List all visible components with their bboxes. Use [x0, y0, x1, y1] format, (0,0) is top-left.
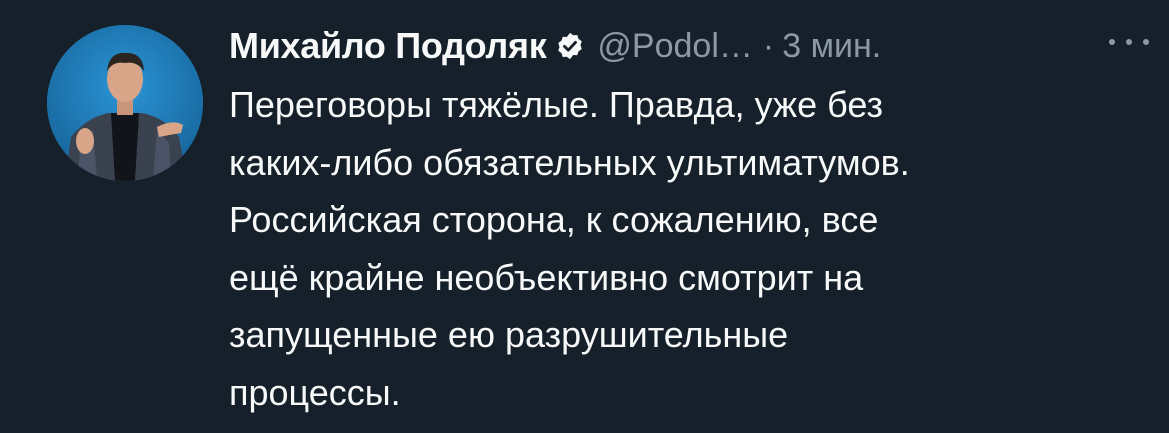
more-dot [1109, 39, 1115, 45]
tweet-text-line: Российская сторона, к сожалению, все [229, 199, 879, 240]
tweet-header: Михайло Подоляк @Podol… · 3 мин. [229, 18, 1149, 74]
tweet-text-line: каких-либо обязательных ультиматумов. [229, 141, 910, 183]
separator-dot: · [762, 26, 775, 65]
avatar[interactable] [47, 25, 203, 181]
more-dot [1126, 39, 1132, 45]
tweet-text-line: Переговоры тяжёлые. Правда, уже без [229, 84, 884, 125]
more-dot [1143, 39, 1149, 45]
avatar-image [47, 25, 203, 181]
author-handle[interactable]: @Podol… [597, 27, 752, 66]
tweet-text-line: запущенные ею разрушительные [229, 314, 789, 355]
timestamp[interactable]: 3 мин. [782, 27, 881, 66]
tweet-text-line: процессы. [229, 371, 401, 413]
author-name[interactable]: Михайло Подоляк [229, 25, 547, 67]
verified-badge-icon [555, 31, 585, 61]
tweet-text-line: ещё крайне необъективно смотрит на [229, 256, 864, 298]
tweet-card[interactable]: Михайло Подоляк @Podol… · 3 мин. Перегов… [0, 0, 1169, 433]
tweet-text: Переговоры тяжёлые. Правда, уже без каки… [229, 76, 1149, 421]
more-options-icon[interactable] [1109, 32, 1149, 52]
tweet-content: Михайло Подоляк @Podol… · 3 мин. Перегов… [229, 18, 1149, 421]
